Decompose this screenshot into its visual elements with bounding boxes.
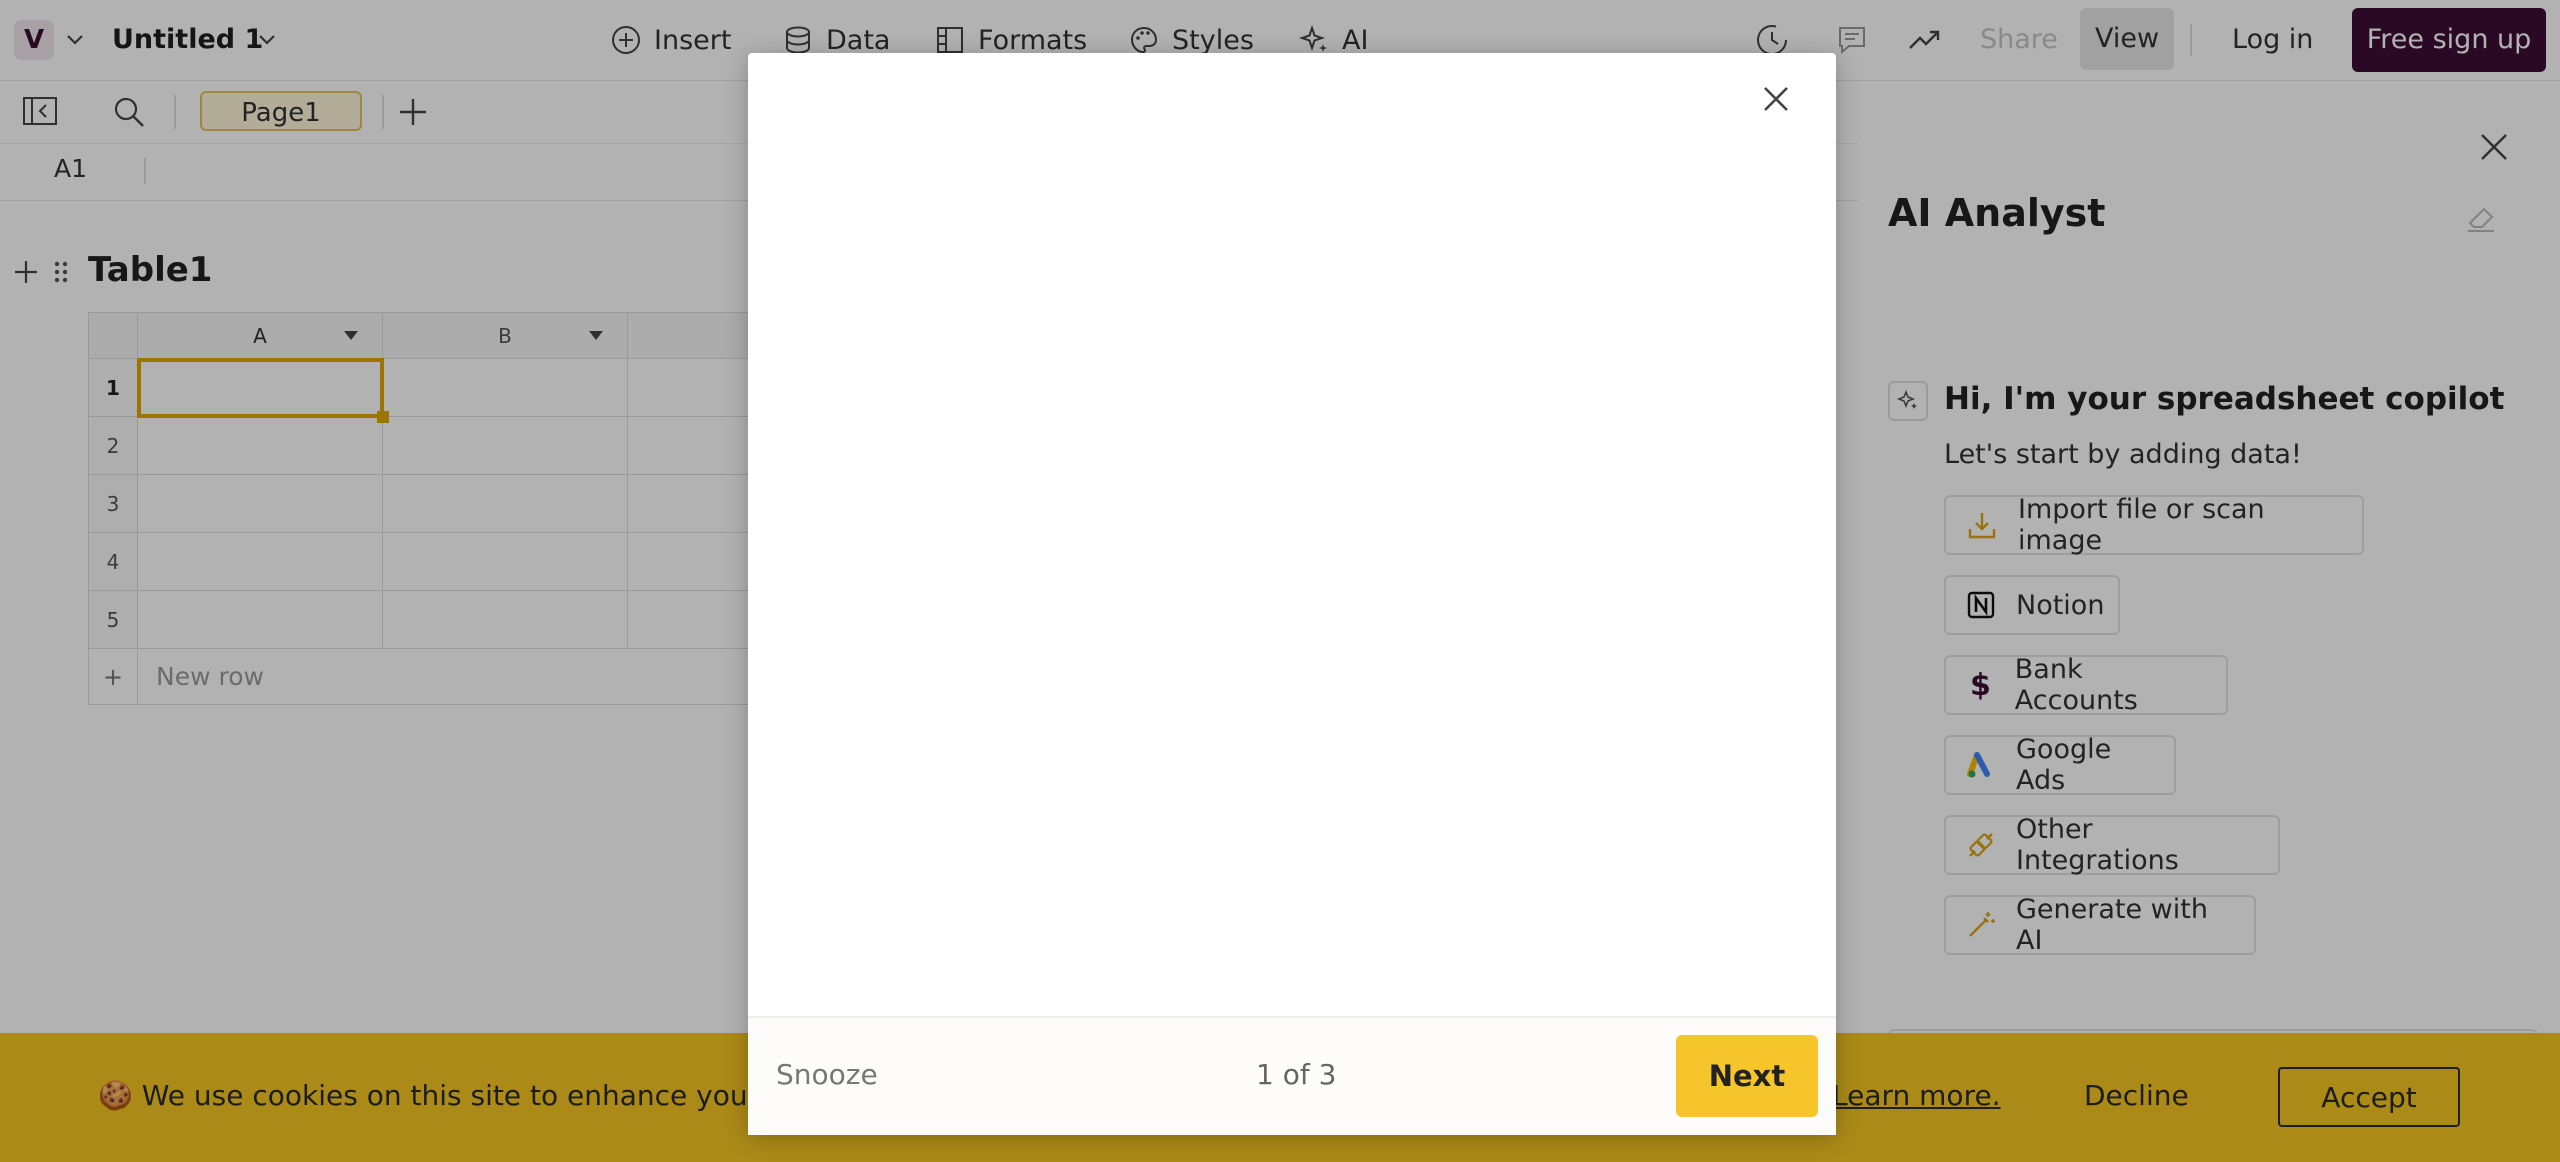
close-icon[interactable]	[1758, 81, 1794, 117]
snooze-button[interactable]: Snooze	[776, 1058, 878, 1091]
next-button[interactable]: Next	[1676, 1035, 1818, 1117]
modal-footer: Snooze 1 of 3 Next	[748, 1016, 1836, 1135]
step-indicator: 1 of 3	[1256, 1058, 1337, 1091]
modal-content	[748, 143, 1836, 1003]
onboarding-modal: Snooze 1 of 3 Next	[748, 53, 1836, 1135]
